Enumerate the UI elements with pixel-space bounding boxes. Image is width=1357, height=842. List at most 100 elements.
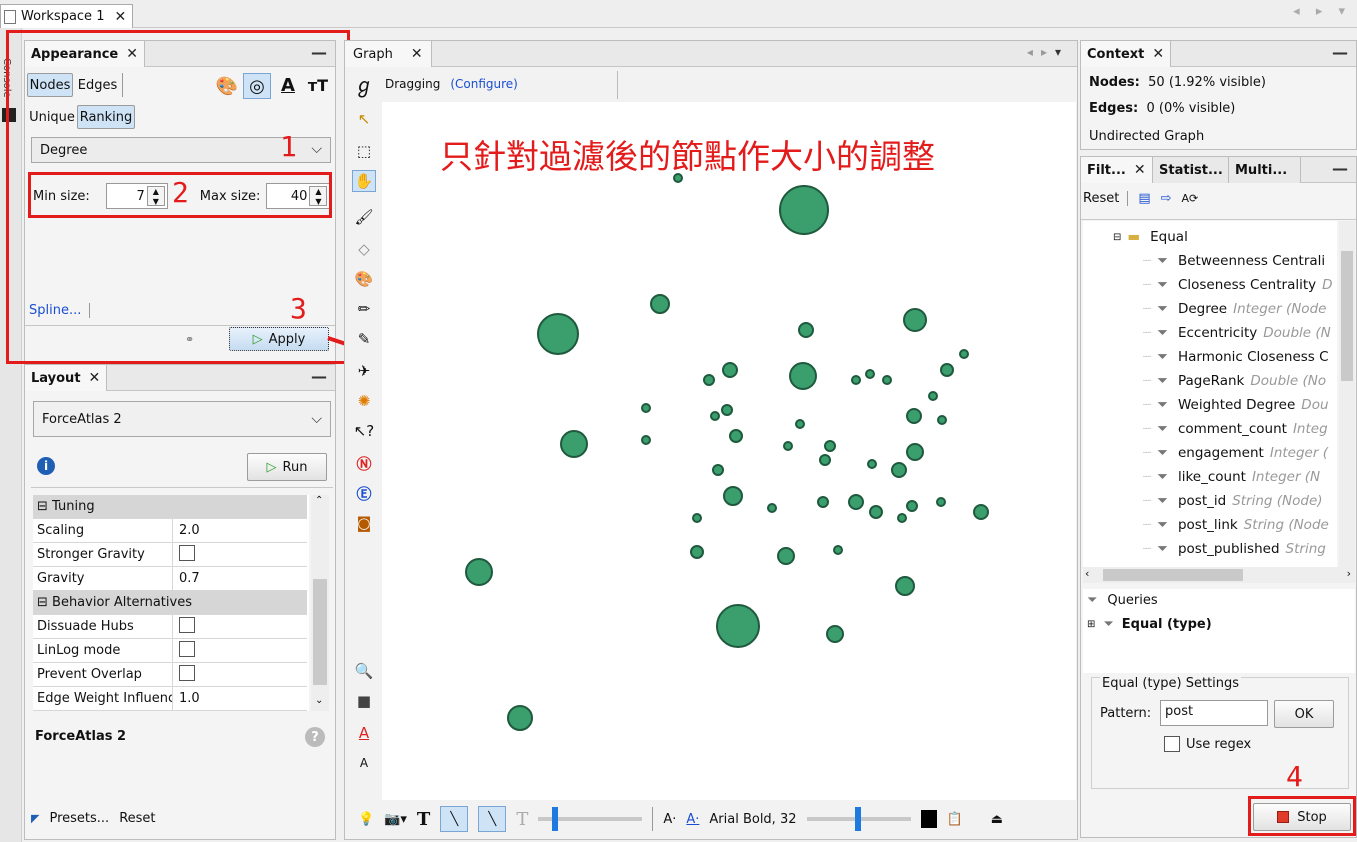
filter-attribute-item[interactable]: ┈ ⏷ Eccentricity Double (N: [1143, 321, 1331, 345]
close-icon[interactable]: ✕: [411, 46, 423, 62]
graph-node[interactable]: [973, 504, 989, 520]
property-dissuade-hubs[interactable]: Dissuade Hubs: [33, 615, 307, 639]
filter-attribute-item[interactable]: ┈ ⏷ post_published String: [1143, 537, 1326, 561]
camera-app-icon[interactable]: ◙: [352, 512, 376, 534]
gravity-value[interactable]: 0.7: [173, 571, 200, 586]
graph-node[interactable]: [710, 411, 720, 421]
graph-node[interactable]: [869, 505, 883, 519]
graph-node[interactable]: [959, 349, 969, 359]
graph-node[interactable]: [692, 513, 702, 523]
property-linlog-mode[interactable]: LinLog mode: [33, 639, 307, 663]
graph-node[interactable]: [690, 545, 704, 559]
filter-export-icon[interactable]: ▤: [1138, 191, 1150, 206]
graph-node[interactable]: [848, 494, 864, 510]
property-stronger-gravity[interactable]: Stronger Gravity: [33, 543, 307, 567]
graph-node[interactable]: [819, 454, 831, 466]
graph-node[interactable]: [833, 545, 843, 555]
filter-attribute-item[interactable]: ┈ ⏷ Weighted Degree Dou: [1143, 393, 1329, 417]
property-scaling[interactable]: Scaling 2.0: [33, 519, 307, 543]
filter-attribute-item[interactable]: ┈ ⏷ post_id String (Node): [1143, 489, 1323, 513]
filter-attribute-item[interactable]: ┈ ⏷ engagement Integer (: [1143, 441, 1328, 465]
linlog-mode-checkbox[interactable]: [179, 640, 195, 657]
layout-grid-scrollbar[interactable]: ⌃ ⌄: [311, 495, 329, 711]
graph-node[interactable]: [795, 419, 805, 429]
select-pointer-icon[interactable]: ↖: [352, 108, 376, 130]
graph-node[interactable]: [817, 496, 829, 508]
screenshot-icon[interactable]: 📷▾: [384, 812, 407, 827]
font-size-icon[interactable]: A: [352, 752, 376, 774]
tab-nav-arrows-icon[interactable]: ◂ ▸ ▾: [1293, 4, 1351, 19]
tab-layout[interactable]: Layout ✕: [25, 365, 108, 391]
info-icon[interactable]: i: [37, 457, 55, 475]
graph-node[interactable]: [560, 430, 588, 458]
e-badge-icon[interactable]: Ⓔ: [352, 482, 376, 504]
font-label[interactable]: Arial Bold, 32: [709, 812, 796, 827]
label-color-swatch[interactable]: [920, 810, 937, 828]
graph-node[interactable]: [865, 369, 875, 379]
graph-node[interactable]: [723, 486, 743, 506]
font-size-decrease-icon[interactable]: A·: [663, 812, 676, 827]
background-color-icon[interactable]: ■: [352, 690, 376, 712]
help-icon[interactable]: ?: [305, 727, 325, 747]
rectangle-select-icon[interactable]: ⬚: [352, 140, 376, 162]
label-settings-icon[interactable]: 📋: [947, 812, 963, 827]
graph-node[interactable]: [906, 443, 924, 461]
filter-attribute-item[interactable]: ┈ ⏷ post_link String (Node: [1143, 513, 1329, 537]
filters-tree-vscrollbar[interactable]: [1339, 221, 1355, 567]
filter-select-icon[interactable]: ⇨: [1161, 191, 1172, 206]
filter-attribute-item[interactable]: ┈ ⏷ PageRank Double (No: [1143, 369, 1326, 393]
sun-gear-icon[interactable]: ✺: [352, 390, 376, 412]
run-button[interactable]: ▷ Run: [247, 453, 327, 481]
graph-node[interactable]: [729, 429, 743, 443]
graph-node[interactable]: [940, 363, 954, 377]
tab-statistics[interactable]: Statist...: [1153, 157, 1229, 183]
scaling-value[interactable]: 2.0: [173, 523, 200, 538]
ok-button[interactable]: OK: [1274, 700, 1334, 728]
edge-scale-slider[interactable]: [538, 807, 643, 831]
edges-toggle-icon[interactable]: ╲: [440, 806, 469, 832]
filter-attribute-item[interactable]: ┈ ⏷ Degree Integer (Node: [1143, 297, 1326, 321]
tree-folder-equal[interactable]: ⊟ ▬ Equal: [1113, 225, 1188, 249]
stronger-gravity-checkbox[interactable]: [179, 544, 195, 561]
graph-node[interactable]: [783, 441, 793, 451]
graph-node[interactable]: [641, 435, 651, 445]
graph-node[interactable]: [703, 374, 715, 386]
property-prevent-overlap[interactable]: Prevent Overlap: [33, 663, 307, 687]
graph-node[interactable]: [716, 604, 760, 648]
graph-node[interactable]: [798, 322, 814, 338]
label-size-slider[interactable]: [806, 807, 911, 831]
filter-attribute-item[interactable]: ┈ ⏷ Betweenness Centrali: [1143, 249, 1331, 273]
tab-workspace-1[interactable]: Workspace 1 ✕: [0, 4, 134, 28]
close-icon[interactable]: ✕: [89, 370, 101, 386]
paint-brush-icon[interactable]: 🖌: [352, 206, 376, 228]
configure-link[interactable]: (Configure): [450, 77, 518, 91]
edge-weight-value[interactable]: 1.0: [173, 691, 200, 706]
edge-labels-icon[interactable]: T: [516, 809, 528, 830]
graph-node[interactable]: [903, 308, 927, 332]
filters-reset-button[interactable]: Reset: [1083, 191, 1129, 206]
drag-hand-icon[interactable]: ✋: [352, 170, 376, 192]
presets-button[interactable]: Presets...: [49, 811, 109, 826]
tab-filters[interactable]: Filt... ✕: [1081, 157, 1153, 183]
graph-nodes-svg[interactable]: [382, 102, 1076, 800]
graph-node[interactable]: [779, 185, 829, 235]
close-icon[interactable]: ✕: [1152, 46, 1164, 62]
tab-nav-arrows-icon[interactable]: ◂▸▾: [1027, 45, 1069, 59]
graph-node[interactable]: [826, 625, 844, 643]
filter-attribute-item[interactable]: ┈ ⏷ like_count Integer (N: [1143, 465, 1320, 489]
pattern-input[interactable]: post: [1160, 700, 1268, 726]
filter-attribute-item[interactable]: ┈ ⏷ Harmonic Closeness C: [1143, 345, 1335, 369]
diamond-icon[interactable]: ◇: [352, 238, 376, 260]
pointer-help-icon[interactable]: ↖?: [352, 420, 376, 442]
graph-node[interactable]: [722, 362, 738, 378]
graph-node[interactable]: [537, 313, 579, 355]
property-edge-weight-influence[interactable]: Edge Weight Influence 1.0: [33, 687, 307, 711]
font-color-toolbar-icon[interactable]: A·: [686, 812, 699, 827]
layout-algorithm-select[interactable]: ForceAtlas 2 ⌵: [33, 401, 331, 437]
minimize-icon[interactable]: —: [1332, 43, 1348, 62]
graph-node[interactable]: [936, 497, 946, 507]
filters-tree-hscrollbar[interactable]: ‹ ›: [1083, 567, 1355, 583]
graph-node[interactable]: [906, 500, 918, 512]
graph-canvas[interactable]: [382, 102, 1076, 800]
n-badge-icon[interactable]: Ⓝ: [352, 452, 376, 474]
